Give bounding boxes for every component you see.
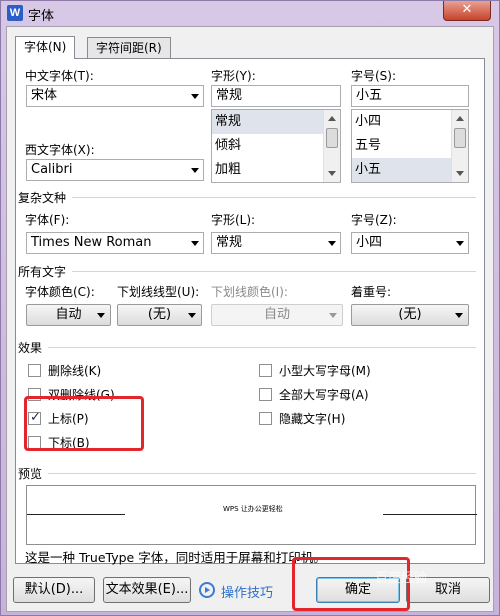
section-divider: [72, 271, 476, 272]
play-tips-icon[interactable]: [199, 582, 215, 598]
baidu-watermark: 百度经验: [375, 571, 428, 586]
chevron-down-icon: [191, 168, 199, 173]
scroll-down-icon[interactable]: [328, 171, 336, 176]
scroll-down-icon[interactable]: [456, 171, 464, 176]
tips-link[interactable]: 操作技巧: [221, 582, 273, 601]
size-scrollbar[interactable]: [451, 110, 468, 182]
chinese-font-combo[interactable]: 宋体: [26, 85, 204, 107]
complex-size-value: 小四: [356, 235, 383, 250]
underline-type-button[interactable]: (无): [117, 304, 202, 326]
close-button[interactable]: ✕: [443, 1, 491, 21]
small-caps-label: 小型大写字母(M): [279, 364, 371, 378]
preview-sample-text: WPS 让办公更轻松: [223, 505, 283, 513]
section-divider: [48, 347, 476, 348]
underline-color-button[interactable]: 自动: [211, 304, 343, 326]
complex-style-label: 字形(L):: [211, 213, 256, 227]
all-caps-label: 全部大写字母(A): [279, 388, 369, 402]
text-effects-button[interactable]: 文本效果(E)...: [103, 577, 191, 603]
complex-font-label: 字体(F):: [25, 213, 70, 227]
preview-box: WPS 让办公更轻松: [26, 485, 477, 545]
title-bar[interactable]: W 字体 ✕: [1, 1, 499, 25]
dialog-title: 字体: [28, 9, 55, 24]
underline-color-label: 下划线颜色(I):: [211, 285, 288, 299]
complex-font-value: Times New Roman: [31, 235, 152, 250]
font-tab-panel: 中文字体(T): 宋体 字形(Y): 常规 常规 倾斜 加粗 字号(S): 小五…: [15, 58, 485, 565]
complex-size-label: 字号(Z):: [351, 213, 397, 227]
complex-size-combo[interactable]: 小四: [351, 232, 469, 254]
scroll-up-icon[interactable]: [328, 116, 336, 121]
complex-style-value: 常规: [216, 235, 243, 250]
all-text-section-title: 所有文字: [18, 265, 67, 279]
highlight-box-superscript: [24, 396, 144, 451]
font-color-label: 字体颜色(C):: [25, 285, 95, 299]
complex-section-title: 复杂文种: [18, 191, 67, 205]
size-value: 小五: [356, 88, 383, 103]
wps-app-icon: W: [7, 5, 23, 21]
size-input[interactable]: 小五: [351, 85, 469, 107]
complex-font-combo[interactable]: Times New Roman: [26, 232, 204, 254]
chinese-font-label: 中文字体(T):: [25, 69, 94, 83]
chevron-down-icon: [328, 241, 336, 246]
chevron-down-icon: [97, 313, 105, 318]
strikethrough-label: 删除线(K): [48, 364, 102, 378]
western-font-value: Calibri: [31, 162, 73, 177]
scroll-thumb[interactable]: [326, 128, 338, 148]
tab-char-spacing[interactable]: 字符间距(R): [87, 37, 171, 58]
style-scrollbar[interactable]: [323, 110, 340, 182]
underline-color-value: 自动: [263, 307, 290, 322]
chinese-font-value: 宋体: [31, 88, 58, 103]
strikethrough-checkbox[interactable]: [28, 364, 41, 377]
dialog-client: 字体(N) 字符间距(R) 中文字体(T): 宋体 字形(Y): 常规 常规 倾…: [6, 26, 494, 612]
emphasis-value: (无): [398, 307, 422, 322]
complex-style-combo[interactable]: 常规: [211, 232, 341, 254]
size-label: 字号(S):: [351, 69, 397, 83]
section-divider: [72, 197, 476, 198]
style-option[interactable]: 倾斜: [212, 134, 340, 158]
hidden-text-checkbox[interactable]: [259, 412, 272, 425]
emphasis-button[interactable]: (无): [351, 304, 469, 326]
chevron-down-icon: [188, 313, 196, 318]
tab-font[interactable]: 字体(N): [15, 36, 76, 59]
underline-type-value: (无): [147, 307, 172, 322]
scroll-thumb[interactable]: [454, 128, 466, 148]
chevron-down-icon: [191, 94, 199, 99]
style-label: 字形(Y):: [211, 69, 256, 83]
chevron-down-icon: [191, 241, 199, 246]
size-listbox[interactable]: 小四 五号 小五: [351, 109, 469, 183]
font-color-value: 自动: [55, 307, 82, 322]
hidden-text-label: 隐藏文字(H): [279, 412, 346, 426]
western-font-label: 西文字体(X):: [25, 143, 95, 157]
preview-section-title: 预览: [18, 467, 43, 481]
preview-baseline: [27, 514, 125, 515]
scroll-up-icon[interactable]: [456, 116, 464, 121]
effects-section-title: 效果: [18, 341, 43, 355]
font-color-button[interactable]: 自动: [26, 304, 111, 326]
chevron-down-icon: [455, 313, 463, 318]
font-description: 这是一种 TrueType 字体，同时适用于屏幕和打印机。: [25, 550, 326, 565]
style-listbox[interactable]: 常规 倾斜 加粗: [211, 109, 341, 183]
underline-type-label: 下划线线型(U):: [117, 285, 200, 299]
preview-baseline: [383, 514, 477, 515]
all-caps-checkbox[interactable]: [259, 388, 272, 401]
chevron-down-icon: [456, 241, 464, 246]
style-value: 常规: [216, 88, 243, 103]
font-dialog: W 字体 ✕ 字体(N) 字符间距(R) 中文字体(T): 宋体 字形(Y): …: [0, 0, 500, 616]
style-option[interactable]: 常规: [212, 110, 340, 134]
chevron-down-icon: [329, 313, 337, 318]
default-button[interactable]: 默认(D)...: [13, 577, 95, 603]
emphasis-label: 着重号:: [351, 285, 392, 299]
style-input[interactable]: 常规: [211, 85, 341, 107]
small-caps-checkbox[interactable]: [259, 364, 272, 377]
western-font-combo[interactable]: Calibri: [26, 159, 204, 181]
section-divider: [48, 473, 476, 474]
style-option[interactable]: 加粗: [212, 158, 340, 182]
